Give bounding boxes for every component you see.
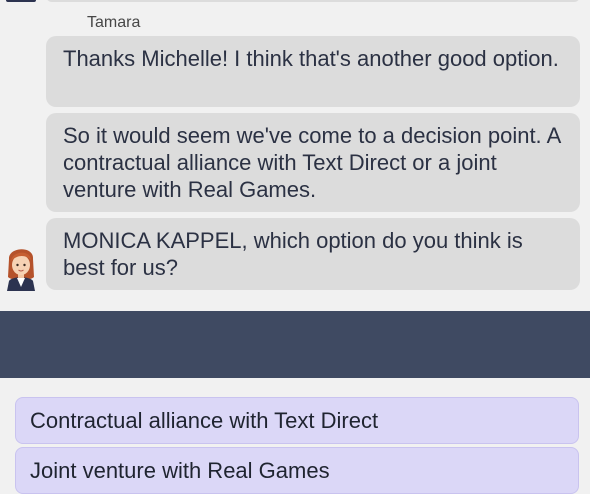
sender-name: Tamara (87, 14, 141, 31)
previous-avatar (6, 0, 36, 2)
response-options: Contractual alliance with Text Direct Jo… (0, 378, 590, 494)
message-text: Thanks Michelle! I think that's another … (63, 46, 559, 71)
option-contractual-alliance[interactable]: Contractual alliance with Text Direct (15, 397, 579, 444)
chat-panel: Tamara Thanks Michelle! I think that's a… (0, 0, 590, 311)
divider-bar (0, 311, 590, 378)
message-text: So it would seem we've come to a decisio… (63, 123, 561, 202)
option-joint-venture[interactable]: Joint venture with Real Games (15, 447, 579, 494)
message-text: MONICA KAPPEL, which option do you think… (63, 228, 523, 280)
message-bubble: MONICA KAPPEL, which option do you think… (46, 218, 580, 290)
message-bubble: Thanks Michelle! I think that's another … (46, 36, 580, 107)
avatar (7, 249, 35, 291)
previous-message-bubble (46, 0, 580, 2)
message-bubble: So it would seem we've come to a decisio… (46, 113, 580, 212)
